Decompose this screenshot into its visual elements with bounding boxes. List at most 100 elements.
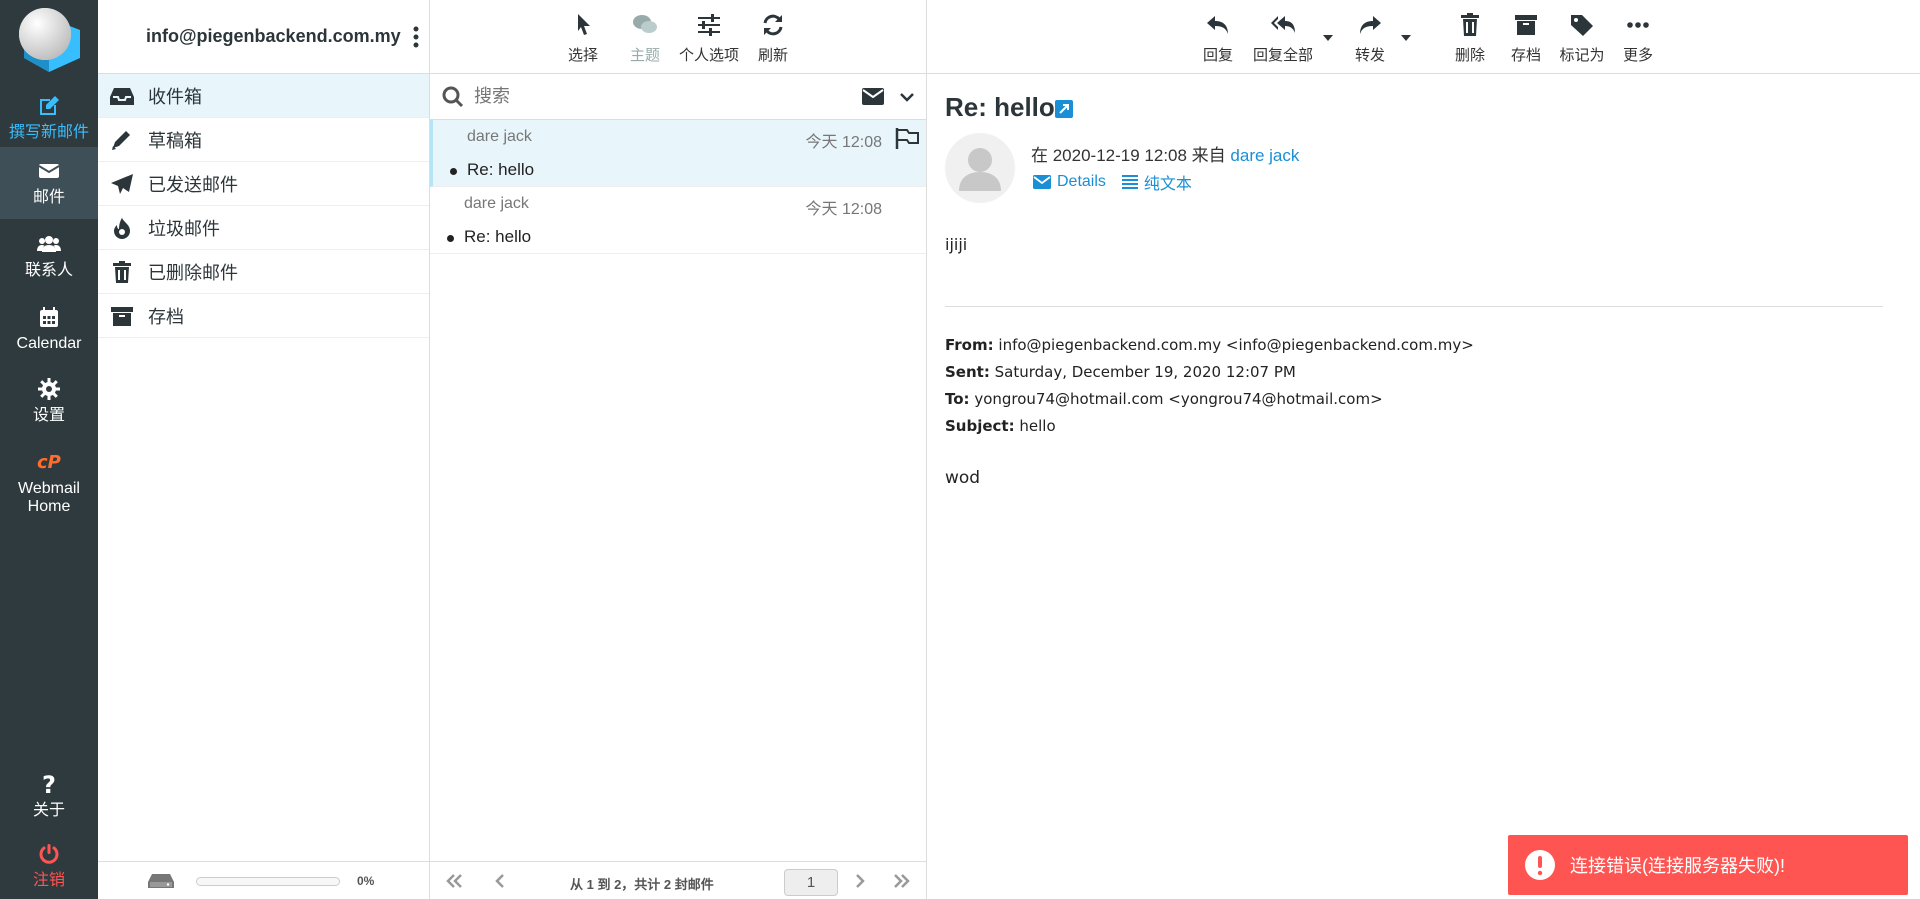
refresh-icon: [763, 14, 783, 36]
roundcube-logo[interactable]: [0, 0, 98, 74]
cursor-icon: [577, 14, 590, 35]
more-button[interactable]: 更多: [1612, 12, 1664, 73]
calendar-label: Calendar: [16, 335, 82, 352]
sliders-icon: [697, 14, 720, 36]
toast-message: 连接错误(连接服务器失败)!: [1570, 856, 1785, 876]
select-button[interactable]: 选择: [555, 12, 611, 73]
folder-label: 已发送邮件: [148, 174, 238, 195]
webmail-home-label: Webmail Home: [18, 480, 80, 515]
message-date: 今天 12:08: [805, 201, 883, 218]
details-link[interactable]: Details: [1033, 170, 1106, 194]
quoted-from-line: From: info@piegenbackend.com.my <info@pi…: [945, 336, 1474, 354]
pencil-icon: [112, 130, 130, 150]
delete-label: 删除: [1454, 47, 1485, 64]
next-page-icon[interactable]: [850, 872, 870, 890]
users-icon: [37, 236, 61, 252]
first-page-icon[interactable]: [444, 872, 464, 890]
folder-trash[interactable]: 已删除邮件: [98, 250, 429, 294]
quota-bar: [196, 877, 340, 886]
logout-label: 注销: [32, 871, 65, 889]
page-number-input[interactable]: 1: [784, 869, 838, 896]
prev-page-icon[interactable]: [490, 872, 510, 890]
folder-panel: info@piegenbackend.com.my 收件箱 草稿箱 已发送邮件 …: [98, 0, 430, 899]
comments-icon: [632, 15, 657, 33]
select-label: 选择: [567, 47, 598, 64]
last-page-icon[interactable]: [892, 872, 912, 890]
forward-dropdown-icon[interactable]: [1400, 34, 1412, 42]
calendar-icon: [40, 307, 58, 327]
kebab-menu-icon[interactable]: [413, 26, 419, 48]
folder-drafts[interactable]: 草稿箱: [98, 118, 429, 162]
compose-icon: [40, 96, 59, 115]
reply-all-button[interactable]: 回复全部: [1248, 12, 1318, 73]
folder-inbox[interactable]: 收件箱: [98, 74, 429, 118]
mail-label: 邮件: [32, 189, 65, 206]
archive-button[interactable]: 存档: [1500, 12, 1552, 73]
folder-label: 草稿箱: [148, 130, 202, 151]
left-nav: 撰写新邮件 邮件 联系人 Calendar 设置 cP Webmail Home…: [0, 0, 98, 899]
options-button[interactable]: 个人选项: [679, 12, 739, 73]
nav-settings[interactable]: 设置: [0, 365, 98, 437]
message-meta: 在 2020-12-19 12:08 来自 dare jack: [1031, 141, 1299, 166]
about-label: 关于: [32, 802, 65, 819]
avatar: [945, 133, 1015, 203]
plain-text-link[interactable]: 纯文本: [1121, 170, 1192, 194]
error-toast[interactable]: 连接错误(连接服务器失败)!: [1508, 835, 1908, 895]
folder-label: 存档: [148, 306, 184, 327]
delete-button[interactable]: 删除: [1444, 12, 1496, 73]
reply-all-dropdown-icon[interactable]: [1322, 34, 1334, 42]
list-toolbar: 选择 主题 个人选项 刷新: [430, 0, 926, 74]
threads-button[interactable]: 主题: [617, 12, 673, 73]
chevron-down-icon[interactable]: [900, 92, 914, 102]
search-bar: [430, 74, 926, 120]
folder-label: 收件箱: [148, 86, 202, 107]
compose-button[interactable]: 撰写新邮件: [0, 82, 98, 154]
quoted-sent-line: Sent: Saturday, December 19, 2020 12:07 …: [945, 363, 1296, 381]
reply-button[interactable]: 回复: [1192, 12, 1244, 73]
compose-label: 撰写新邮件: [8, 124, 89, 141]
message-subject: Re: hello: [464, 227, 532, 246]
envelope-filter-icon[interactable]: [862, 88, 884, 105]
nav-about[interactable]: ? 关于: [0, 760, 98, 832]
message-list-panel: 选择 主题 个人选项 刷新 dare jack 今天 12:08 Re: hel…: [430, 0, 927, 899]
message-view-panel: 回复 回复全部 转发 删除 存档 标记为 更多 Re: hello 在 2020…: [927, 0, 1920, 899]
refresh-button[interactable]: 刷新: [745, 12, 801, 73]
folder-archive[interactable]: 存档: [98, 294, 429, 338]
forward-button[interactable]: 转发: [1344, 12, 1396, 73]
account-header: info@piegenbackend.com.my: [98, 0, 429, 74]
message-row[interactable]: dare jack 今天 12:08 Re: hello: [430, 120, 926, 187]
search-input[interactable]: [474, 86, 834, 107]
divider: [945, 306, 1883, 307]
nav-webmail-home[interactable]: cP Webmail Home: [0, 443, 98, 523]
details-label: Details: [1057, 173, 1106, 190]
inbox-icon: [110, 87, 134, 105]
folder-label: 已删除邮件: [148, 262, 238, 283]
message-body-top: ijiji: [945, 235, 968, 254]
pagination-info: 从 1 到 2，共计 2 封邮件: [570, 877, 714, 892]
folder-junk[interactable]: 垃圾邮件: [98, 206, 429, 250]
message-from: dare jack: [467, 128, 532, 145]
quoted-to: yongrou74@hotmail.com <yongrou74@hotmail…: [974, 390, 1383, 408]
nav-calendar[interactable]: Calendar: [0, 293, 98, 365]
ellipsis-icon: [1627, 22, 1649, 28]
quoted-sent: Saturday, December 19, 2020 12:07 PM: [994, 363, 1296, 381]
reply-label: 回复: [1202, 47, 1233, 64]
more-label: 更多: [1622, 47, 1653, 64]
account-email: info@piegenbackend.com.my: [146, 26, 401, 46]
folder-sent[interactable]: 已发送邮件: [98, 162, 429, 206]
hard-drive-icon: [148, 874, 174, 888]
open-in-new-window-icon[interactable]: [1055, 100, 1073, 118]
mark-button[interactable]: 标记为: [1556, 12, 1608, 73]
exclamation-circle-icon: [1525, 850, 1555, 880]
nav-logout[interactable]: 注销: [0, 832, 98, 899]
nav-contacts[interactable]: 联系人: [0, 220, 98, 292]
message-row[interactable]: dare jack 今天 12:08 Re: hello: [430, 187, 926, 254]
flag-icon[interactable]: [894, 126, 920, 150]
nav-mail[interactable]: 邮件: [0, 147, 98, 219]
power-icon: [39, 843, 59, 864]
tag-icon: [1571, 15, 1593, 36]
question-icon: ?: [42, 772, 56, 796]
envelope-icon: [1033, 175, 1051, 189]
sender-link[interactable]: dare jack: [1230, 146, 1299, 165]
quota-footer: 0%: [98, 861, 429, 899]
